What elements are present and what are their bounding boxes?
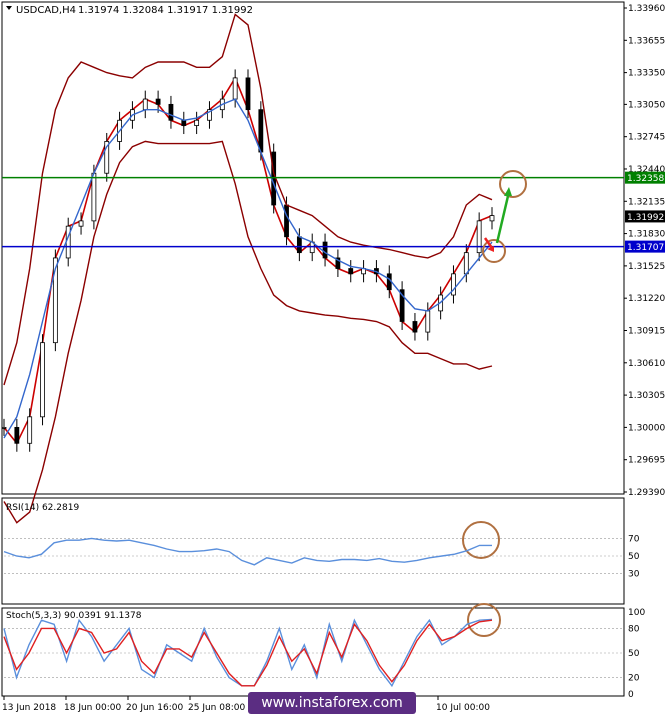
candle-body — [258, 109, 264, 153]
price-tick-label: 1.29390 — [628, 488, 665, 498]
candle-body — [194, 119, 200, 126]
candle-body — [155, 98, 161, 105]
candle-body — [296, 236, 302, 254]
candle-body — [284, 204, 289, 238]
price-level-label: 1.32358 — [627, 174, 664, 184]
oscillator-level-label: 80 — [628, 624, 640, 634]
candle-body — [489, 215, 495, 222]
price-tick-label: 1.33050 — [628, 100, 665, 110]
stoch-panel-frame — [1, 607, 625, 697]
candle-body — [168, 103, 174, 121]
price-tick-label: 1.29695 — [628, 456, 665, 466]
candle-body — [91, 172, 97, 222]
price-tick-label: 1.33960 — [628, 4, 665, 14]
chart-symbol-title: USDCAD,H4 — [16, 5, 76, 16]
oscillator-level-label: 50 — [628, 552, 640, 562]
price-tick-label: 1.30305 — [628, 391, 665, 401]
time-tick-label: 13 Jun 2018 — [2, 703, 56, 713]
price-tick-label: 1.30000 — [628, 423, 665, 433]
rsi-panel-frame — [1, 497, 625, 605]
candle-body — [27, 416, 33, 444]
price-tick-label: 1.33655 — [628, 36, 665, 46]
price-tick-label: 1.32745 — [628, 133, 665, 143]
price-level-label: 1.31992 — [627, 213, 664, 223]
watermark-banner: www.instaforex.com — [248, 692, 416, 714]
oscillator-level-label: 50 — [628, 649, 640, 659]
candle-body — [412, 321, 418, 333]
price-level-label: 1.31707 — [627, 243, 664, 253]
candle-body — [232, 77, 238, 100]
chart-window[interactable]: USDCAD,H4 1.31974 1.32084 1.31917 1.3199… — [0, 0, 665, 719]
time-tick-label: 25 Jun 08:00 — [188, 703, 245, 713]
candle-body — [181, 119, 187, 126]
oscillator-level-label: 100 — [628, 608, 645, 618]
oscillator-level-label: 0 — [628, 690, 634, 700]
candle-body — [463, 252, 469, 275]
stoch-label: Stoch(5,3,3) 90.0391 91.1378 — [6, 611, 142, 621]
price-tick-label: 1.30915 — [628, 326, 665, 336]
time-axis: 13 Jun 2018 18 Jun 00:00 20 Jun 16:00 25 Ju… — [2, 696, 490, 713]
candle-body — [40, 342, 45, 418]
chart-ohlc-readout: 1.31974 1.32084 1.31917 1.31992 — [78, 5, 253, 16]
oscillator-level-label: 20 — [628, 674, 640, 684]
candle-body — [322, 241, 328, 259]
candle-body — [245, 77, 251, 111]
time-tick-label: 18 Jun 00:00 — [64, 703, 121, 713]
chart-title-group: USDCAD,H4 1.31974 1.32084 1.31917 1.3199… — [6, 5, 253, 16]
watermark-text: www.instaforex.com — [261, 695, 403, 711]
oscillator-level-label: 30 — [628, 570, 640, 580]
price-tick-label: 1.32135 — [628, 197, 665, 207]
price-tick-label: 1.31220 — [628, 294, 665, 304]
time-tick-label: 10 Jul 00:00 — [436, 703, 490, 713]
candle-body — [1, 426, 7, 429]
candle-body — [14, 426, 20, 444]
oscillator-level-label: 70 — [628, 534, 640, 544]
time-tick-label: 20 Jun 16:00 — [126, 703, 183, 713]
candle-body — [142, 98, 148, 111]
price-tick-label: 1.30610 — [628, 359, 665, 369]
price-tick-label: 1.31525 — [628, 262, 665, 272]
rsi-label: RSI(14) 62.2819 — [6, 503, 79, 513]
candle-body — [476, 220, 482, 254]
chart-canvas[interactable]: USDCAD,H4 1.31974 1.32084 1.31917 1.3199… — [0, 0, 665, 719]
candle-body — [425, 310, 431, 333]
candle-body — [348, 268, 354, 275]
price-tick-label: 1.33350 — [628, 69, 665, 79]
price-tick-label: 1.31830 — [628, 230, 665, 240]
candle-body — [78, 220, 84, 227]
